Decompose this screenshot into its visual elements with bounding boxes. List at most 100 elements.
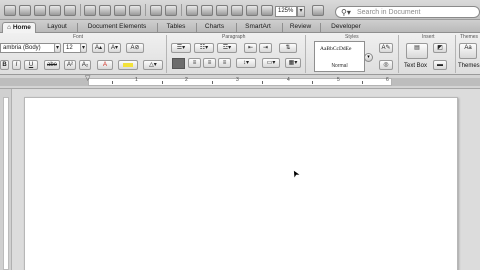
save-icon[interactable] [49,5,61,16]
tab-smartart[interactable]: SmartArt [238,22,278,33]
themes-gallery-icon[interactable]: Aa [459,43,477,59]
manage-styles-button[interactable]: A✎ [379,43,393,53]
align-left-button[interactable] [172,58,185,69]
undo-icon[interactable] [150,5,162,16]
copy-icon[interactable] [99,5,111,16]
document-page[interactable] [24,97,458,270]
tab-label: Home [12,24,31,31]
italic-button[interactable]: I [12,60,21,70]
magnifier-icon: ⚲▾ [341,8,351,17]
search-field[interactable]: ⚲▾ Search in Document [335,6,480,18]
redo-icon[interactable] [165,5,177,16]
cut-icon[interactable] [84,5,96,16]
help-icon[interactable] [312,5,324,16]
table-icon[interactable] [186,5,198,16]
text-box-icon[interactable]: ▤ [406,43,428,59]
styles-more-button[interactable]: ▾ [364,53,373,62]
ruler-number: 3 [236,77,239,83]
style-name: Normal [331,63,348,69]
search-placeholder: Search in Document [357,9,421,16]
line-spacing-button[interactable]: ↕▾ [236,58,256,68]
ruler-number: 2 [185,77,188,83]
bullets-button[interactable]: ☰▾ [171,43,191,53]
font-size-dropdown[interactable]: ▾ [80,43,87,53]
ruler-tick [362,81,363,84]
gallery-icon[interactable] [231,5,243,16]
zoom-field[interactable]: 125% [275,6,297,17]
toolbox-icon[interactable] [246,5,258,16]
group-label-font: Font [73,34,84,40]
new-document-icon[interactable] [19,5,31,16]
toolbar-separator [145,4,146,16]
tab-review[interactable]: Review [284,22,317,33]
tab-home[interactable]: ⌂ Home [2,22,36,33]
ruler-number: 5 [337,77,340,83]
picture-button[interactable]: ▬ [433,60,447,70]
align-right-button[interactable]: ≡ [203,58,216,68]
toolbar-separator [181,4,182,16]
columns-icon[interactable] [201,5,213,16]
highlight-button[interactable] [118,60,138,70]
decrease-indent-button[interactable]: ⇤ [244,43,257,53]
font-name-dropdown[interactable]: ▾ [54,43,61,53]
multilevel-list-button[interactable]: ☲▾ [217,43,237,53]
ruler-tick [162,81,163,84]
ruler-left-margin [0,78,88,86]
grow-font-button[interactable]: A▴ [92,43,105,53]
numbering-button[interactable]: ☷▾ [194,43,214,53]
text-box-label[interactable]: Text Box [404,63,427,69]
underline-button[interactable]: U [24,60,38,70]
indent-marker-icon[interactable]: ▽ [85,75,90,82]
sort-button[interactable]: ⇅ [279,43,297,53]
standard-toolbar: 125% ▾ ⚲▾ Search in Document [0,0,480,20]
strikethrough-button[interactable]: abe [44,60,60,70]
ruler-text-area [88,78,392,86]
print-icon[interactable] [64,5,76,16]
media-browser-icon[interactable] [216,5,228,16]
increase-indent-button[interactable]: ⇥ [259,43,272,53]
borders-button[interactable]: ▦▾ [285,58,301,68]
clear-formatting-button[interactable]: A⊘ [126,43,144,53]
vertical-ruler [0,89,12,270]
show-hide-icon[interactable] [261,5,273,16]
vertical-ruler-band [3,97,9,270]
font-color-button[interactable]: A [97,60,113,70]
justify-button[interactable]: ≡ [218,58,231,68]
group-divider [166,35,167,73]
text-effects-button[interactable]: △▾ [143,60,163,70]
styles-gallery[interactable]: AaBbCcDdEe Normal [314,41,365,72]
tab-charts[interactable]: Charts [198,22,231,33]
subscript-button[interactable]: A₂ [79,60,91,70]
themes-label[interactable]: Themes [458,63,480,69]
font-name-field[interactable]: ambria (Body) [0,43,57,53]
tab-developer[interactable]: Developer [323,22,369,33]
shape-button[interactable]: ◩ [433,43,447,53]
paste-icon[interactable] [114,5,126,16]
superscript-button[interactable]: A² [64,60,76,70]
ruler-tick [212,81,213,84]
sidebar-icon[interactable] [4,5,16,16]
tab-tables[interactable]: Tables [158,22,194,33]
tab-document-elements[interactable]: Document Elements [79,22,155,33]
align-center-button[interactable]: ≡ [188,58,201,68]
tab-layout[interactable]: Layout [40,22,74,33]
shrink-font-button[interactable]: A▾ [108,43,121,53]
ribbon-tabs: ⌂ Home Layout Document Elements Tables C… [0,20,480,33]
style-pane-button[interactable]: ◎ [379,60,393,70]
ruler-tick [262,81,263,84]
ruler-number: 6 [386,77,389,83]
format-painter-icon[interactable] [129,5,141,16]
tab-divider [236,23,237,32]
bold-button[interactable]: B [0,60,9,70]
ruler-tick [112,81,113,84]
font-size-field[interactable]: 12 [63,43,81,53]
group-divider [398,35,399,73]
templates-icon[interactable] [34,5,46,16]
toolbar-separator [80,4,81,16]
document-workspace: ➤ [0,89,480,270]
zoom-dropdown-button[interactable]: ▾ [297,6,305,17]
tab-divider [77,23,78,32]
tab-divider [282,23,283,32]
shading-button[interactable]: ▭▾ [262,58,280,68]
ruler-right-margin [392,78,480,86]
